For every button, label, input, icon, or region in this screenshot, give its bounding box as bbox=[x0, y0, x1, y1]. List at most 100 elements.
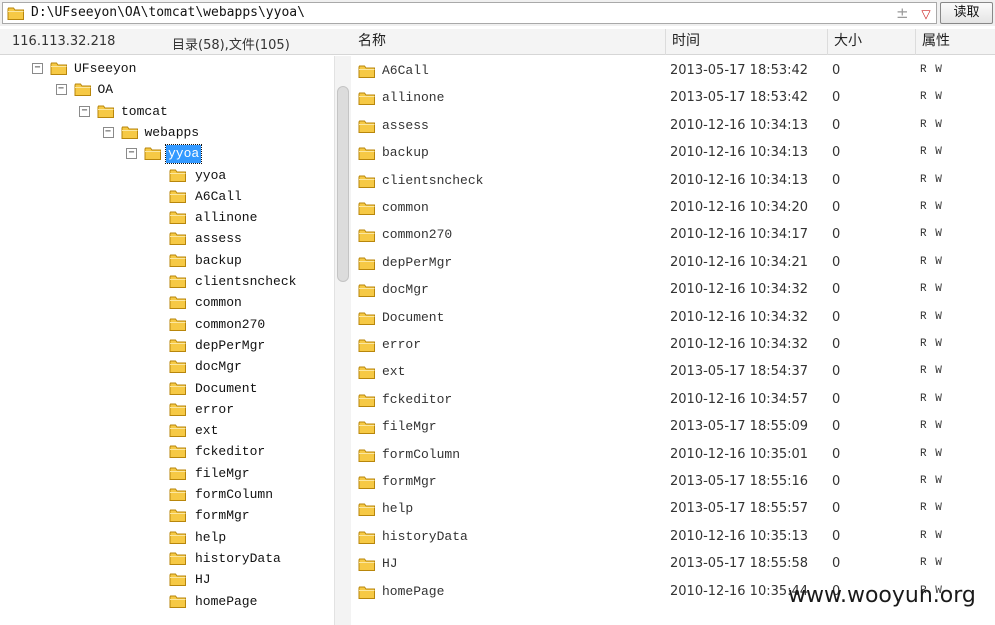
file-row[interactable]: clientsncheck 2010-12-16 10:34:13 0 R W bbox=[352, 168, 995, 195]
file-list: A6Call 2013-05-17 18:53:42 0 R W allinone 201… bbox=[352, 56, 995, 625]
tree-node-label[interactable]: assess bbox=[193, 230, 244, 248]
tree-scrollbar[interactable] bbox=[334, 56, 351, 625]
path-input[interactable]: D:\UFseeyon\OA\tomcat\webapps\yyoa\ ± ▽ bbox=[2, 2, 937, 24]
tree-node-label[interactable]: help bbox=[193, 529, 228, 547]
tree-node-label[interactable]: yyoa bbox=[164, 144, 203, 165]
file-row[interactable]: backup 2010-12-16 10:34:13 0 R W bbox=[352, 140, 995, 167]
tree-node-label[interactable]: depPerMgr bbox=[193, 337, 267, 355]
tree-node-label[interactable]: backup bbox=[193, 252, 244, 270]
folder-icon bbox=[358, 91, 376, 106]
file-size: 0 bbox=[832, 337, 841, 352]
file-name: Document bbox=[382, 309, 445, 325]
file-size: 0 bbox=[832, 474, 841, 489]
file-size: 0 bbox=[832, 145, 841, 161]
file-row[interactable]: docMgr 2010-12-16 10:34:32 0 R W bbox=[352, 277, 995, 304]
tree-node-label[interactable]: common bbox=[193, 294, 244, 312]
plus-minus-icon[interactable]: ± bbox=[896, 4, 909, 22]
tree-node-label[interactable]: docMgr bbox=[193, 358, 244, 376]
tree-node-label[interactable]: historyData bbox=[193, 550, 283, 568]
folder-icon bbox=[358, 502, 376, 517]
tree-node-label[interactable]: HJ bbox=[193, 571, 213, 589]
folder-icon bbox=[169, 594, 187, 609]
tree-node-label[interactable]: formColumn bbox=[193, 486, 275, 504]
tree-node-label[interactable]: Document bbox=[193, 380, 259, 398]
tree-node-label[interactable]: common270 bbox=[193, 316, 267, 334]
file-row[interactable]: assess 2010-12-16 10:34:13 0 R W bbox=[352, 113, 995, 140]
tree-node-label[interactable]: webapps bbox=[143, 124, 202, 142]
file-size: 0 bbox=[832, 90, 841, 106]
file-attributes: R W bbox=[920, 502, 943, 515]
column-header-size[interactable]: 大小 bbox=[827, 29, 915, 55]
file-row[interactable]: A6Call 2013-05-17 18:53:42 0 R W bbox=[352, 58, 995, 85]
folder-icon bbox=[169, 274, 187, 289]
folder-icon bbox=[169, 551, 187, 566]
folder-icon bbox=[169, 487, 187, 502]
folder-icon bbox=[358, 256, 376, 271]
folder-icon bbox=[358, 420, 376, 435]
file-attributes: R W bbox=[920, 529, 943, 542]
collapse-toggle-icon[interactable]: − bbox=[32, 63, 43, 74]
folder-icon bbox=[169, 466, 187, 481]
chevron-down-icon[interactable]: ▽ bbox=[918, 7, 934, 21]
tree-node-label[interactable]: formMgr bbox=[193, 507, 252, 525]
file-size: 0 bbox=[832, 391, 841, 407]
folder-icon bbox=[169, 444, 187, 459]
file-row[interactable]: Document 2010-12-16 10:34:32 0 R W bbox=[352, 305, 995, 332]
folder-icon bbox=[169, 231, 187, 246]
folder-icon bbox=[358, 585, 376, 600]
collapse-toggle-icon[interactable]: − bbox=[126, 148, 137, 160]
tree-node-label[interactable]: yyoa bbox=[193, 167, 228, 185]
column-header-name[interactable]: 名称 bbox=[352, 29, 665, 55]
file-time: 2010-12-16 10:34:13 bbox=[670, 172, 809, 188]
file-row[interactable]: common 2010-12-16 10:34:20 0 R W bbox=[352, 195, 995, 222]
file-attributes: R W bbox=[920, 146, 943, 159]
folder-icon bbox=[169, 253, 187, 268]
file-time: 2010-12-16 10:34:32 bbox=[670, 337, 809, 352]
tree-node-label[interactable]: ext bbox=[193, 422, 220, 440]
file-time: 2013-05-17 18:55:09 bbox=[670, 419, 809, 435]
collapse-toggle-icon[interactable]: − bbox=[102, 126, 114, 138]
folder-icon bbox=[358, 530, 376, 545]
read-button[interactable]: 读取 bbox=[940, 2, 993, 24]
collapse-toggle-icon[interactable]: − bbox=[79, 105, 90, 117]
tree-node-label[interactable]: error bbox=[193, 401, 236, 419]
file-name: HJ bbox=[382, 556, 398, 572]
tree-node-label[interactable]: OA bbox=[96, 81, 116, 99]
folder-icon bbox=[7, 6, 25, 21]
folder-icon bbox=[169, 210, 187, 225]
scrollbar-thumb[interactable] bbox=[337, 86, 349, 282]
file-name: clientsncheck bbox=[382, 172, 484, 188]
file-time: 2010-12-16 10:34:32 bbox=[670, 309, 809, 325]
file-row[interactable]: depPerMgr 2010-12-16 10:34:21 0 R W bbox=[352, 250, 995, 277]
file-row[interactable]: allinone 2013-05-17 18:53:42 0 R W bbox=[352, 85, 995, 112]
file-row[interactable]: HJ 2013-05-17 18:55:58 0 R W bbox=[352, 551, 995, 578]
column-header-time[interactable]: 时间 bbox=[665, 29, 827, 55]
file-row[interactable]: formMgr 2013-05-17 18:55:16 0 R W bbox=[352, 469, 995, 496]
tree-node-label[interactable]: UFseeyon bbox=[72, 60, 138, 78]
file-row[interactable]: fileMgr 2013-05-17 18:55:09 0 R W bbox=[352, 414, 995, 441]
tree-node-label[interactable]: fileMgr bbox=[193, 465, 252, 483]
folder-icon bbox=[358, 119, 376, 134]
file-row[interactable]: help 2013-05-17 18:55:57 0 R W bbox=[352, 496, 995, 523]
file-row[interactable]: common270 2010-12-16 10:34:17 0 R W bbox=[352, 222, 995, 249]
file-name: common270 bbox=[382, 227, 453, 243]
collapse-toggle-icon[interactable]: − bbox=[55, 84, 67, 96]
file-row[interactable]: ext 2013-05-17 18:54:37 0 R W bbox=[352, 359, 995, 386]
file-row[interactable]: fckeditor 2010-12-16 10:34:57 0 R W bbox=[352, 387, 995, 414]
tree-node-label[interactable]: fckeditor bbox=[193, 443, 267, 461]
file-row[interactable]: formColumn 2010-12-16 10:35:01 0 R W bbox=[352, 442, 995, 469]
tree-node-label[interactable]: A6Call bbox=[193, 188, 244, 206]
folder-icon bbox=[144, 146, 162, 161]
column-header-attributes[interactable]: 属性 bbox=[915, 29, 995, 55]
tree-node-label[interactable]: clientsncheck bbox=[193, 273, 298, 291]
file-time: 2010-12-16 10:34:13 bbox=[670, 145, 809, 161]
file-row[interactable]: error 2010-12-16 10:34:32 0 R W bbox=[352, 332, 995, 359]
directory-tree[interactable]: − UFseeyon − OA − tomcat − webapps − yyoa yyoa A6Ca… bbox=[0, 56, 333, 625]
tree-node-label[interactable]: tomcat bbox=[119, 103, 170, 121]
file-time: 2010-12-16 10:34:20 bbox=[670, 200, 809, 215]
folder-icon bbox=[169, 359, 187, 374]
file-size: 0 bbox=[832, 528, 841, 544]
tree-node-label[interactable]: allinone bbox=[193, 209, 259, 227]
file-row[interactable]: historyData 2010-12-16 10:35:13 0 R W bbox=[352, 524, 995, 551]
tree-node-label[interactable]: homePage bbox=[193, 593, 259, 611]
